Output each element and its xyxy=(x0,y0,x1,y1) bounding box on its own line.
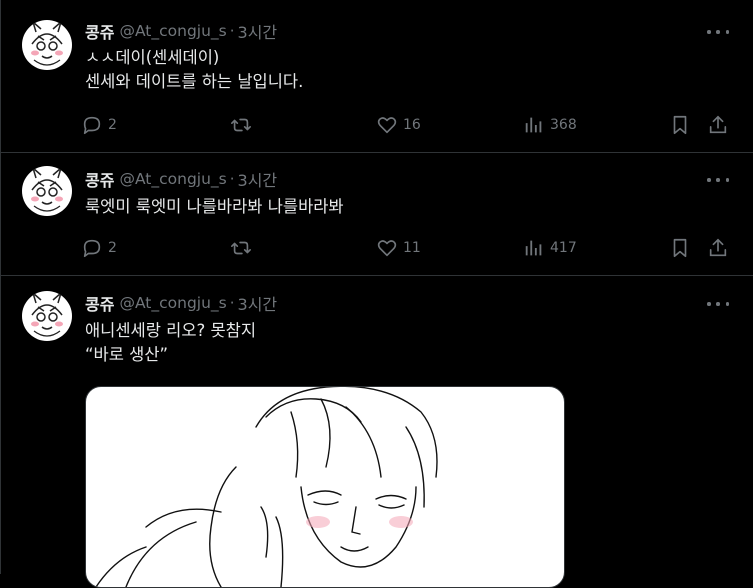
reply-count: 2 xyxy=(108,117,117,133)
like-count: 11 xyxy=(403,240,421,256)
tweet-text-line: 센세와 데이트를 하는 날입니다. xyxy=(85,72,304,91)
tweet-text-line: 애니센세랑 리오? 못참지 xyxy=(85,321,257,340)
bookmark-icon xyxy=(673,238,687,258)
views-icon xyxy=(525,240,542,256)
avatar[interactable] xyxy=(22,166,72,216)
separator-dot: · xyxy=(229,294,235,312)
more-icon[interactable] xyxy=(707,172,729,188)
tweet[interactable]: 콩쥬 @At_congju_s · 3시간 애니센세랑 리오? 못참지 “바로 … xyxy=(1,276,753,588)
reply-button[interactable]: 2 xyxy=(81,113,117,137)
share-button[interactable] xyxy=(707,113,729,137)
view-count: 417 xyxy=(550,240,577,256)
reply-count: 2 xyxy=(108,240,117,256)
tweet-text: 애니센세랑 리오? 못참지 “바로 생산” xyxy=(85,319,256,367)
like-icon xyxy=(377,117,397,134)
display-name[interactable]: 콩쥬 xyxy=(85,19,114,43)
illustration xyxy=(95,387,438,587)
tweet-text-line: “바로 생산” xyxy=(85,345,169,364)
reply-icon xyxy=(83,116,101,135)
tweet-header: 콩쥬 @At_congju_s · 3시간 xyxy=(85,20,277,42)
tweet[interactable]: 콩쥬 @At_congju_s · 3시간 룩엣미 룩엣미 나를바라봐 나를바라… xyxy=(1,153,753,276)
timeline-feed: 콩쥬 @At_congju_s · 3시간 ㅅㅅ데이(센세데이) 센세와 데이트… xyxy=(0,0,753,588)
share-button[interactable] xyxy=(707,236,729,260)
timestamp[interactable]: 3시간 xyxy=(238,19,278,43)
retweet-icon xyxy=(231,241,251,255)
views-icon xyxy=(525,117,542,133)
display-name[interactable]: 콩쥬 xyxy=(85,167,114,191)
separator-dot: · xyxy=(229,22,235,40)
timestamp[interactable]: 3시간 xyxy=(238,291,278,315)
timestamp[interactable]: 3시간 xyxy=(238,167,278,191)
like-button[interactable]: 11 xyxy=(376,236,421,260)
separator-dot: · xyxy=(229,170,235,188)
avatar[interactable] xyxy=(22,291,72,341)
view-count: 368 xyxy=(550,117,577,133)
tweet-header: 콩쥬 @At_congju_s · 3시간 xyxy=(85,292,277,314)
share-icon xyxy=(709,238,727,257)
tweet[interactable]: 콩쥬 @At_congju_s · 3시간 ㅅㅅ데이(센세데이) 센세와 데이트… xyxy=(1,0,753,153)
tweet-header: 콩쥬 @At_congju_s · 3시간 xyxy=(85,168,277,190)
tweet-text-line: 룩엣미 룩엣미 나를바라봐 나를바라봐 xyxy=(85,197,344,216)
share-icon xyxy=(709,115,727,134)
retweet-icon xyxy=(231,118,251,132)
user-handle[interactable]: @At_congju_s xyxy=(119,170,226,188)
display-name[interactable]: 콩쥬 xyxy=(85,291,114,315)
more-icon[interactable] xyxy=(707,296,729,312)
retweet-button[interactable] xyxy=(230,113,252,137)
like-icon xyxy=(377,240,397,257)
views-button[interactable]: 368 xyxy=(523,113,577,137)
bookmark-button[interactable] xyxy=(669,113,691,137)
views-button[interactable]: 417 xyxy=(523,236,577,260)
user-handle[interactable]: @At_congju_s xyxy=(119,294,226,312)
like-count: 16 xyxy=(403,117,421,133)
more-icon[interactable] xyxy=(707,24,729,40)
like-button[interactable]: 16 xyxy=(376,113,421,137)
tweet-actions: 2 11 417 xyxy=(81,236,733,260)
retweet-button[interactable] xyxy=(230,236,252,260)
reply-icon xyxy=(83,239,101,258)
bookmark-icon xyxy=(673,115,687,135)
tweet-text: ㅅㅅ데이(센세데이) 센세와 데이트를 하는 날입니다. xyxy=(85,46,303,94)
avatar[interactable] xyxy=(22,20,72,70)
bookmark-button[interactable] xyxy=(669,236,691,260)
user-handle[interactable]: @At_congju_s xyxy=(119,22,226,40)
tweet-actions: 2 16 368 xyxy=(81,113,733,137)
reply-button[interactable]: 2 xyxy=(81,236,117,260)
tweet-image[interactable] xyxy=(85,386,565,588)
tweet-text: 룩엣미 룩엣미 나를바라봐 나를바라봐 xyxy=(85,195,344,219)
tweet-text-line: ㅅㅅ데이(센세데이) xyxy=(85,48,220,67)
